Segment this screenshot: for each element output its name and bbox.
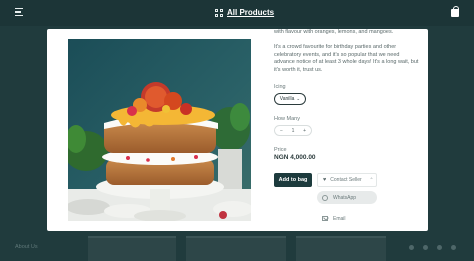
hamburger-icon[interactable] xyxy=(15,8,23,17)
price-value: NGN 4,000.00 xyxy=(274,154,316,161)
contact-seller-button[interactable]: ♥ Contact Seller ⌃ xyxy=(317,173,377,187)
background-card xyxy=(88,236,176,261)
quantity-label: How Many xyxy=(274,116,300,122)
grid-icon xyxy=(215,8,223,17)
shopping-bag-icon[interactable] xyxy=(451,6,459,17)
social-icon xyxy=(409,245,414,250)
whatsapp-option[interactable]: WhatsApp xyxy=(317,191,377,204)
product-image xyxy=(68,39,251,221)
add-to-bag-button[interactable]: Add to bag xyxy=(274,173,312,187)
social-icon xyxy=(423,245,428,250)
all-products-nav[interactable]: All Products xyxy=(215,6,274,19)
chevron-up-icon: ⌃ xyxy=(369,177,374,182)
quantity-value[interactable]: 1 xyxy=(292,128,295,134)
background-card xyxy=(186,236,286,261)
email-label: Email xyxy=(333,215,346,222)
icing-label: Icing xyxy=(274,84,286,90)
contact-options-menu: WhatsApp Email xyxy=(317,191,377,225)
increment-button[interactable]: + xyxy=(303,128,306,134)
social-icon xyxy=(437,245,442,250)
product-modal: with flavour with oranges, lemons, and m… xyxy=(47,29,428,231)
contact-seller-label: Contact Seller xyxy=(330,177,362,183)
description-line: with flavour with oranges, lemons, and m… xyxy=(274,29,394,35)
product-details: with flavour with oranges, lemons, and m… xyxy=(274,29,420,231)
email-icon xyxy=(322,216,328,221)
whatsapp-label: WhatsApp xyxy=(333,194,357,201)
description-paragraph: It's a crowd favourite for birthday part… xyxy=(274,44,419,74)
decrement-button[interactable]: − xyxy=(280,128,283,134)
chevron-down-icon: ⌄ xyxy=(296,96,301,101)
top-bar: All Products xyxy=(0,0,474,26)
icing-value: Vanilla xyxy=(279,96,295,102)
quantity-stepper: − 1 + xyxy=(274,125,312,136)
whatsapp-icon xyxy=(322,194,328,201)
email-option[interactable]: Email xyxy=(317,212,377,225)
heart-icon: ♥ xyxy=(323,177,327,183)
icing-option-chip[interactable]: Vanilla ⌄ xyxy=(274,93,306,105)
price-label: Price xyxy=(274,147,287,153)
footer-link: About Us xyxy=(15,244,38,250)
background-card xyxy=(296,236,386,261)
social-icon xyxy=(451,245,456,250)
all-products-link[interactable]: All Products xyxy=(227,8,274,17)
